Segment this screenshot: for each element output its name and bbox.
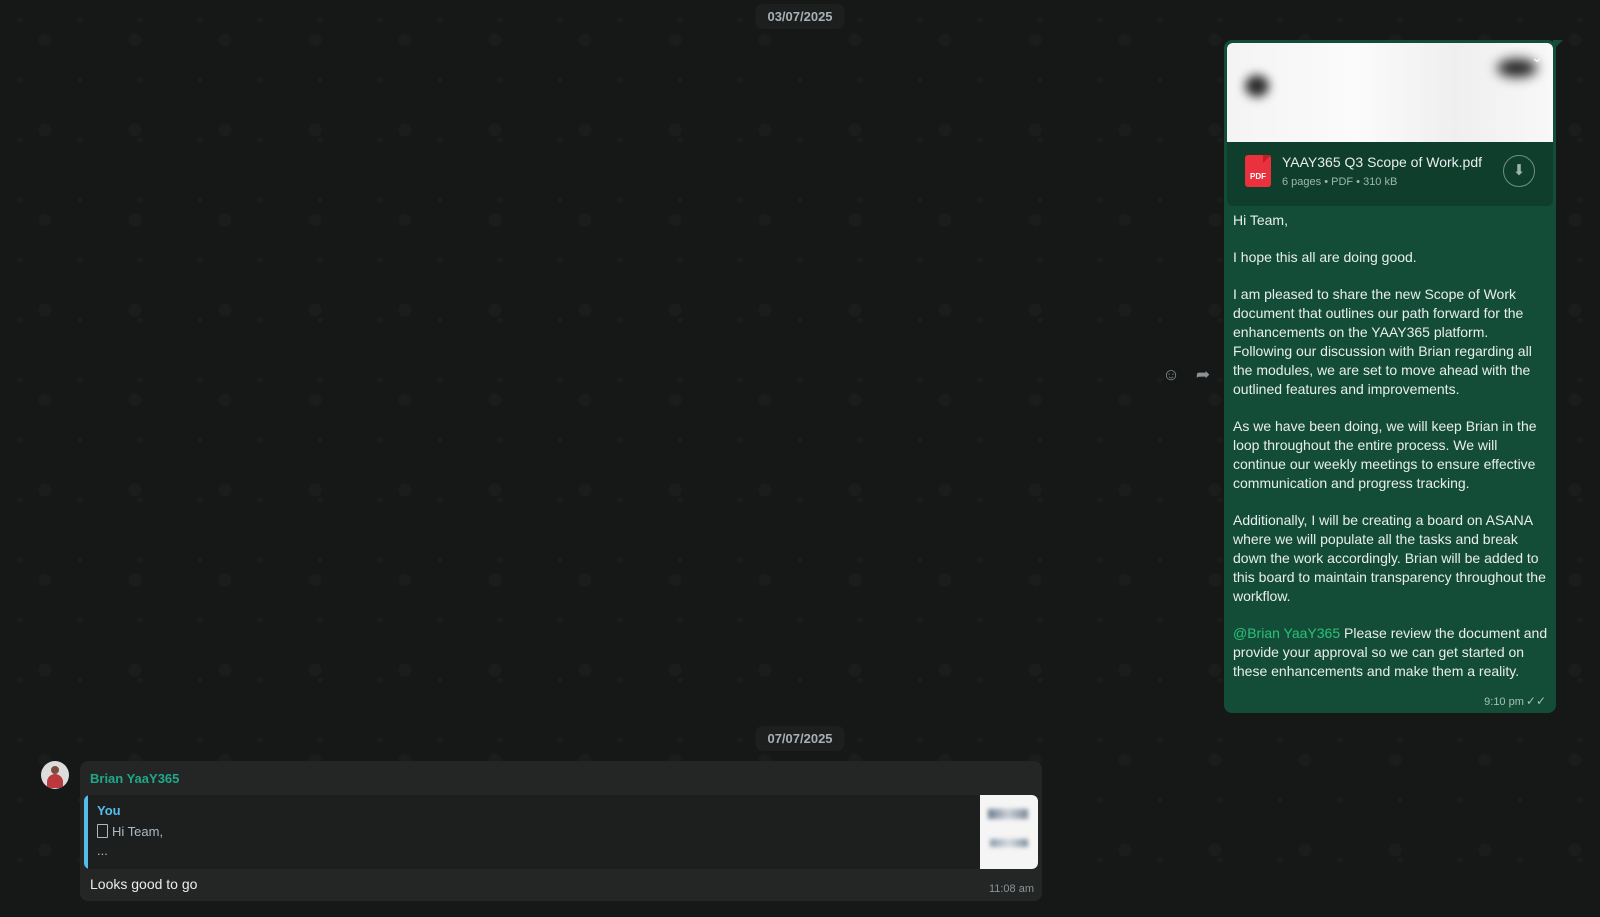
- forward-icon[interactable]: ➦: [1193, 365, 1213, 385]
- quote-author: You: [97, 803, 121, 818]
- file-name: YAAY365 Q3 Scope of Work.pdf: [1282, 154, 1482, 170]
- pdf-icon: PDF: [1245, 155, 1271, 187]
- document-icon: [97, 824, 108, 838]
- message-body: Hi Team, I hope this all are doing good.…: [1233, 211, 1551, 699]
- mention-link[interactable]: @Brian YaaY365: [1233, 625, 1340, 641]
- message-paragraph: @Brian YaaY365 Please review the documen…: [1233, 624, 1551, 681]
- message-paragraph: Additionally, I will be creating a board…: [1233, 512, 1546, 604]
- message-paragraph: Hi Team,: [1233, 212, 1288, 228]
- download-icon[interactable]: ⬇: [1503, 155, 1535, 187]
- time-label: 9:10 pm: [1484, 696, 1524, 708]
- quote-text: Hi Team,: [97, 824, 163, 839]
- message-hover-actions: ☺ ➦: [1161, 365, 1213, 385]
- sender-name[interactable]: Brian YaaY365: [90, 771, 179, 786]
- message-paragraph: I am pleased to share the new Scope of W…: [1233, 286, 1532, 397]
- quote-thumbnail: [980, 795, 1038, 869]
- document-preview[interactable]: ⌄: [1227, 43, 1553, 142]
- date-separator: 03/07/2025: [755, 4, 845, 29]
- double-check-icon: ✓✓: [1525, 694, 1546, 708]
- quote-line-text: Hi Team,: [112, 824, 164, 839]
- chevron-down-icon[interactable]: ⌄: [1527, 47, 1547, 67]
- avatar[interactable]: [41, 761, 69, 789]
- message-paragraph: As we have been doing, we will keep Bria…: [1233, 418, 1537, 491]
- quoted-message[interactable]: You Hi Team, ...: [84, 795, 1038, 869]
- quote-more: ...: [97, 843, 108, 858]
- preview-blur: [1245, 75, 1269, 97]
- message-paragraph: I hope this all are doing good.: [1233, 249, 1417, 265]
- message-text: Looks good to go: [90, 876, 198, 892]
- file-attachment[interactable]: PDF YAAY365 Q3 Scope of Work.pdf 6 pages…: [1227, 142, 1553, 206]
- message-time: 9:10 pm ✓✓: [1484, 694, 1546, 708]
- outgoing-message[interactable]: ⌄ PDF YAAY365 Q3 Scope of Work.pdf 6 pag…: [1224, 40, 1556, 713]
- emoji-icon[interactable]: ☺: [1161, 365, 1181, 385]
- incoming-message[interactable]: Brian YaaY365 You Hi Team, ... Looks goo…: [80, 761, 1042, 901]
- chat-area: 03/07/2025 ☺ ➦ ⌄ PDF YAAY365 Q3 Scope of…: [0, 0, 1600, 917]
- date-separator: 07/07/2025: [755, 726, 845, 751]
- message-time: 11:08 am: [988, 883, 1034, 895]
- quote-accent-bar: [84, 795, 88, 869]
- file-meta: 6 pages • PDF • 310 kB: [1282, 176, 1398, 188]
